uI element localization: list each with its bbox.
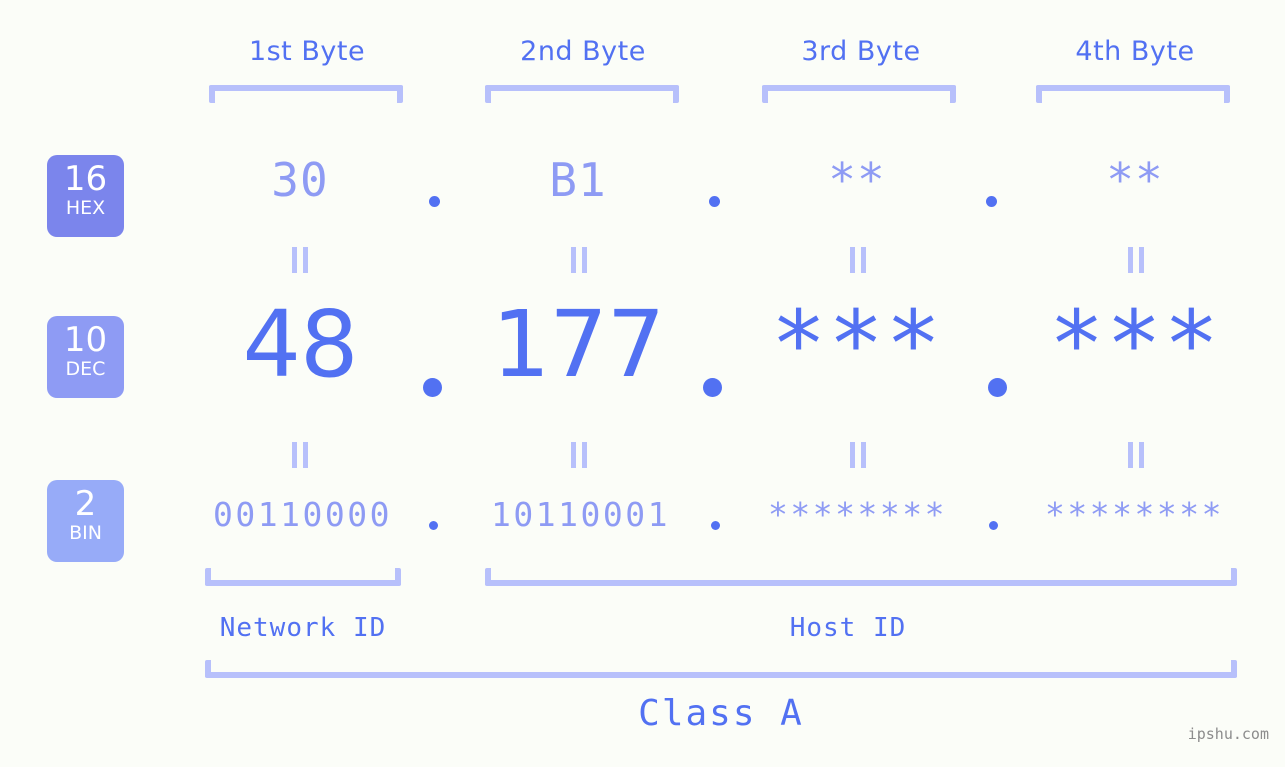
equals-mark-hex-dec-2 — [571, 247, 587, 273]
byte-bracket-3 — [762, 85, 956, 103]
site-watermark: ipshu.com — [1187, 725, 1269, 743]
host-id-bracket — [485, 568, 1237, 586]
base-badge-dec: 10 DEC — [47, 316, 124, 398]
bin-byte-1: 00110000 — [213, 495, 392, 534]
dec-dot-1 — [423, 378, 442, 397]
bin-dot-3 — [989, 521, 998, 530]
base-badge-bin-number: 2 — [74, 484, 97, 524]
base-badge-hex: 16 HEX — [47, 155, 124, 237]
equals-mark-hex-dec-1 — [292, 247, 308, 273]
equals-mark-dec-bin-3 — [850, 442, 866, 468]
hex-byte-3: ** — [828, 153, 886, 207]
hex-dot-1 — [429, 196, 440, 207]
dec-dot-2 — [703, 378, 722, 397]
hex-dot-3 — [986, 196, 997, 207]
ip-address-breakdown-diagram: 1st Byte 2nd Byte 3rd Byte 4th Byte 16 H… — [0, 0, 1285, 767]
network-id-bracket — [205, 568, 401, 586]
base-badge-hex-name: HEX — [65, 197, 106, 219]
base-badge-bin: 2 BIN — [47, 480, 124, 562]
equals-mark-dec-bin-2 — [571, 442, 587, 468]
hex-byte-2: B1 — [549, 153, 607, 207]
bin-byte-3: ******** — [768, 495, 947, 534]
byte-bracket-1 — [209, 85, 403, 103]
equals-mark-hex-dec-3 — [850, 247, 866, 273]
base-badge-bin-name: BIN — [69, 522, 102, 544]
dec-byte-2: 177 — [491, 291, 666, 398]
host-id-label: Host ID — [789, 613, 907, 643]
class-label: Class A — [638, 693, 804, 734]
class-bracket — [205, 660, 1237, 678]
base-badge-dec-number: 10 — [63, 320, 108, 360]
bin-byte-4: ******** — [1045, 495, 1224, 534]
byte-header-3: 3rd Byte — [801, 36, 921, 67]
dec-byte-4: *** — [1048, 291, 1222, 398]
byte-bracket-2 — [485, 85, 679, 103]
equals-mark-hex-dec-4 — [1128, 247, 1144, 273]
dec-byte-3: *** — [770, 291, 944, 398]
equals-mark-dec-bin-4 — [1128, 442, 1144, 468]
byte-header-1: 1st Byte — [248, 36, 366, 67]
byte-bracket-4 — [1036, 85, 1230, 103]
equals-mark-dec-bin-1 — [292, 442, 308, 468]
bin-byte-2: 10110001 — [491, 495, 670, 534]
network-id-label: Network ID — [219, 613, 387, 643]
base-badge-dec-name: DEC — [65, 358, 106, 380]
hex-byte-4: ** — [1106, 153, 1164, 207]
byte-header-2: 2nd Byte — [520, 36, 646, 67]
base-badge-hex-number: 16 — [63, 159, 108, 199]
dec-dot-3 — [988, 378, 1007, 397]
hex-byte-1: 30 — [271, 153, 329, 207]
byte-header-4: 4th Byte — [1075, 36, 1195, 67]
bin-dot-2 — [711, 521, 720, 530]
hex-dot-2 — [709, 196, 720, 207]
dec-byte-1: 48 — [242, 291, 358, 398]
bin-dot-1 — [429, 521, 438, 530]
